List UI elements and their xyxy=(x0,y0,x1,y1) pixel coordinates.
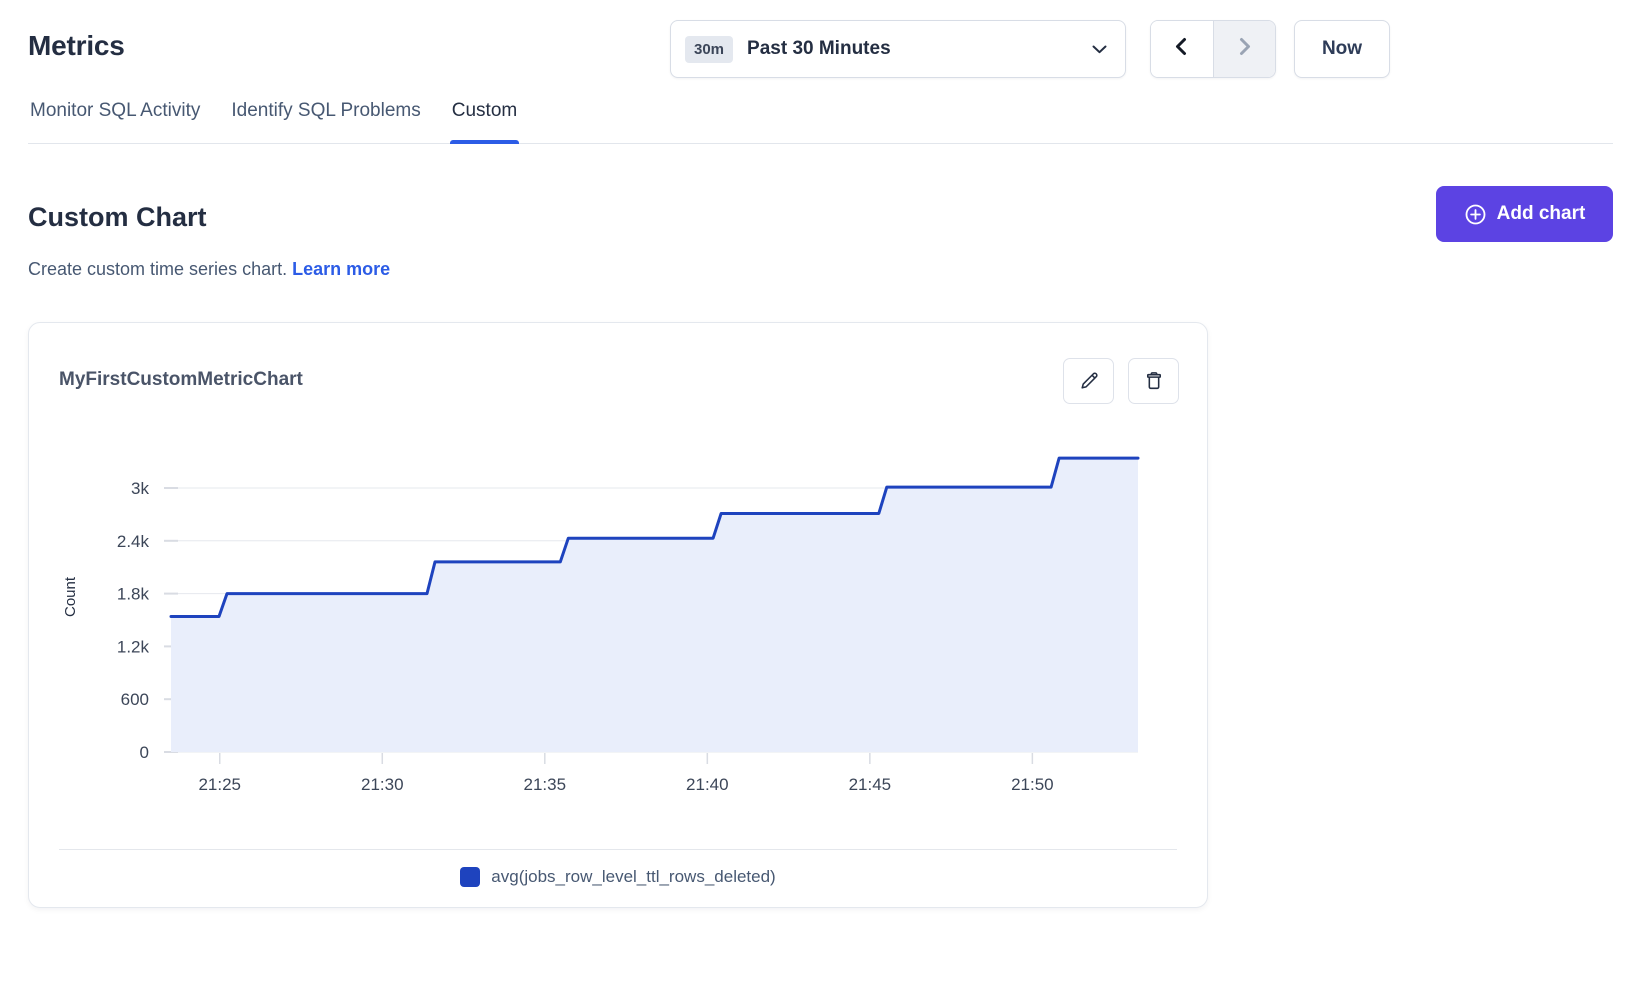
time-range-badge: 30m xyxy=(685,36,733,63)
metrics-page: Metrics 30m Past 30 Minutes Now Monitor … xyxy=(0,0,1650,982)
previous-window-button[interactable] xyxy=(1151,21,1214,77)
tab-monitor-sql-activity[interactable]: Monitor SQL Activity xyxy=(28,100,202,143)
svg-text:1.2k: 1.2k xyxy=(117,637,150,656)
custom-chart-plot: 0 600 1.2k 1.8k 2.4k 3k 21:25 21:30 21:35 21:40 21… xyxy=(29,323,1209,909)
time-range-dropdown[interactable]: 30m Past 30 Minutes xyxy=(670,20,1126,78)
svg-text:1.8k: 1.8k xyxy=(117,585,150,604)
time-range-label: Past 30 Minutes xyxy=(747,38,891,60)
svg-text:21:50: 21:50 xyxy=(1011,775,1054,794)
chart-legend: avg(jobs_row_level_ttl_rows_deleted) xyxy=(29,867,1207,887)
card-divider xyxy=(59,849,1177,850)
svg-text:0: 0 xyxy=(140,743,149,762)
learn-more-link[interactable]: Learn more xyxy=(292,259,390,279)
metrics-tabs: Monitor SQL Activity Identify SQL Proble… xyxy=(28,100,1613,144)
next-window-button-disabled[interactable] xyxy=(1214,21,1276,77)
plus-circle-icon xyxy=(1464,203,1487,226)
svg-text:600: 600 xyxy=(121,690,149,709)
section-description: Create custom time series chart. Learn m… xyxy=(28,259,390,280)
svg-text:Count: Count xyxy=(62,576,79,617)
chevron-down-icon xyxy=(1092,45,1107,54)
svg-text:21:40: 21:40 xyxy=(686,775,729,794)
svg-text:21:30: 21:30 xyxy=(361,775,404,794)
legend-label: avg(jobs_row_level_ttl_rows_deleted) xyxy=(491,867,775,887)
svg-text:3k: 3k xyxy=(131,479,149,498)
page-title: Metrics xyxy=(28,30,125,62)
add-chart-button[interactable]: Add chart xyxy=(1436,186,1613,242)
tab-identify-sql-problems[interactable]: Identify SQL Problems xyxy=(229,100,422,143)
svg-text:21:35: 21:35 xyxy=(524,775,567,794)
chevron-right-icon xyxy=(1235,36,1254,62)
svg-text:21:25: 21:25 xyxy=(198,775,241,794)
svg-text:2.4k: 2.4k xyxy=(117,532,150,551)
add-chart-label: Add chart xyxy=(1497,203,1586,225)
section-title: Custom Chart xyxy=(28,202,207,233)
tab-custom[interactable]: Custom xyxy=(450,100,519,143)
time-window-pager xyxy=(1150,20,1276,78)
custom-chart-card: MyFirstCustomMetricChart 06001.2k1.8k2.4… xyxy=(28,322,1208,908)
section-description-text: Create custom time series chart. xyxy=(28,259,287,279)
now-button[interactable]: Now xyxy=(1294,20,1390,78)
svg-text:21:45: 21:45 xyxy=(849,775,892,794)
chevron-left-icon xyxy=(1172,36,1191,62)
legend-swatch xyxy=(460,867,480,887)
